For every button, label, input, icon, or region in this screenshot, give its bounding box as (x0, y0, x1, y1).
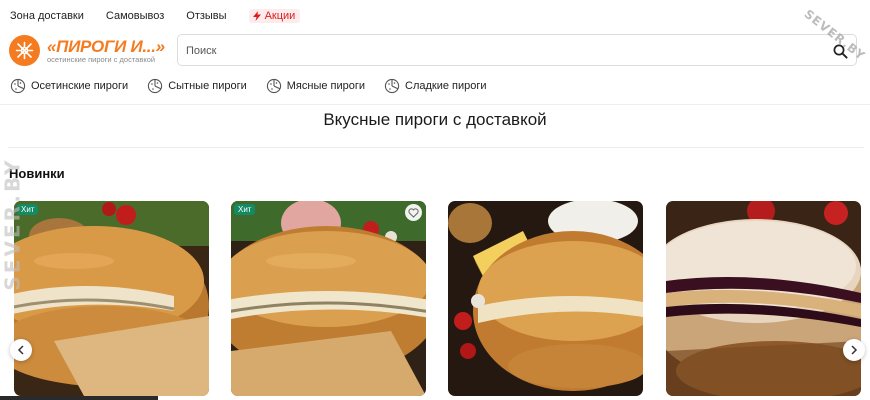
title-divider (8, 147, 864, 148)
berry-pie-photo (666, 201, 861, 396)
logo-title: «ПИРОГИ И...» (47, 36, 165, 56)
page-title: Вкусные пироги с доставкой (323, 110, 547, 129)
logo-subtitle: осетинские пироги с доставкой (47, 54, 156, 64)
heart-icon (408, 207, 419, 218)
category-label: Мясные пироги (286, 80, 366, 92)
promo-label: Акции (264, 10, 296, 22)
lightning-icon (252, 11, 261, 21)
product-card[interactable]: Хит (14, 201, 209, 396)
chevron-left-icon (17, 345, 24, 355)
nav-link-delivery-zone[interactable]: Зона доставки (10, 10, 84, 22)
top-navigation: Зона доставки Самовывоз Отзывы Акции (10, 8, 301, 24)
header-divider (0, 104, 870, 105)
search-bar (177, 34, 857, 66)
category-ossetian-pies[interactable]: Осетинские пироги (10, 78, 128, 94)
category-hearty-pies[interactable]: Сытные пироги (147, 78, 247, 94)
watermark-left: SEVER.BY (0, 157, 25, 291)
site-logo[interactable]: «ПИРОГИ И...» осетинские пироги с достав… (9, 35, 165, 66)
category-sweet-pies[interactable]: Сладкие пироги (384, 78, 487, 94)
hit-badge: Хит (234, 204, 256, 215)
favorite-button[interactable] (405, 204, 422, 221)
logo-emblem-icon (9, 35, 40, 66)
cheese-pie-photo (14, 201, 209, 396)
pie-icon (266, 78, 281, 94)
category-navigation: Осетинские пироги Сытные пироги Мясные п… (10, 77, 506, 95)
product-card[interactable] (666, 201, 861, 396)
carousel-next-button[interactable] (843, 339, 865, 361)
category-label: Сытные пироги (168, 80, 247, 92)
pie-icon (10, 78, 26, 94)
meat-pie-photo (231, 201, 426, 396)
pie-icon (148, 78, 163, 94)
header: «ПИРОГИ И...» осетинские пироги с достав… (9, 33, 861, 67)
nav-link-pickup[interactable]: Самовывоз (106, 10, 164, 22)
category-label: Осетинские пироги (31, 80, 129, 92)
nav-link-reviews[interactable]: Отзывы (186, 10, 226, 22)
category-label: Сладкие пироги (405, 80, 487, 92)
chevron-right-icon (851, 345, 858, 355)
search-input[interactable] (186, 43, 806, 59)
carousel-prev-button[interactable] (10, 339, 32, 361)
product-card[interactable] (448, 201, 643, 396)
pie-icon (384, 78, 400, 94)
potato-cheese-pie-photo (448, 201, 643, 396)
status-strip (0, 396, 158, 400)
category-meat-pies[interactable]: Мясные пироги (266, 78, 365, 94)
product-card[interactable]: Хит (231, 201, 426, 396)
promo-link[interactable]: Акции (248, 9, 301, 23)
